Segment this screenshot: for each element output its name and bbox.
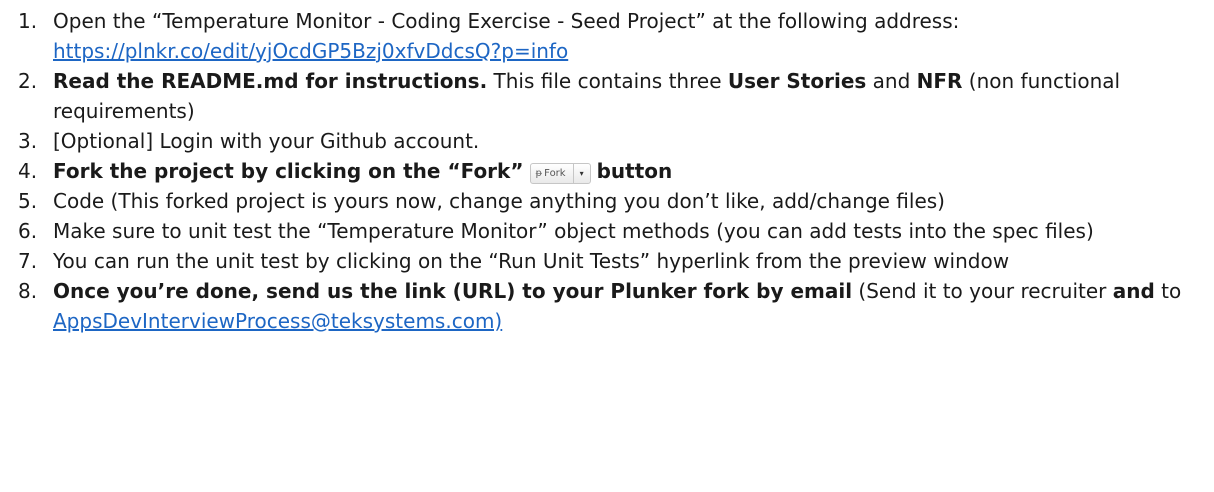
item-text: and [866,69,917,93]
list-item-6: 6. Make sure to unit test the “Temperatu… [0,216,1194,246]
list-number: 1. [18,9,38,33]
list-number: 2. [18,69,38,93]
item-bold-text: NFR [916,69,963,93]
list-item-1: 1. Open the “Temperature Monitor - Codin… [0,6,1194,66]
fork-label: Fork [544,168,566,179]
list-number: 5. [18,189,38,213]
instruction-list: 1. Open the “Temperature Monitor - Codin… [0,0,1214,336]
item-text: (Send it to your recruiter [852,279,1113,303]
item-text: Make sure to unit test the “Temperature … [53,219,1094,243]
list-item-7: 7. You can run the unit test by clicking… [0,246,1194,276]
item-bold-text: User Stories [727,69,867,93]
list-item-8: 8. Once you’re done, send us the link (U… [0,276,1194,336]
fork-button-main: ᵽ Fork [531,164,573,183]
list-number: 7. [18,249,38,273]
list-number: 6. [18,219,38,243]
item-text: [Optional] Login with your Github accoun… [53,129,480,153]
item-bold-lead: Fork the project by clicking on the “For… [53,159,524,183]
list-item-5: 5. Code (This forked project is yours no… [0,186,1194,216]
item-bold-tail: button [596,159,673,183]
item-bold-lead: Read the README.md for instructions. [53,69,488,93]
plunker-seed-link[interactable]: https://plnkr.co/edit/yjOcdGP5Bzj0xfvDdc… [53,39,568,63]
chevron-down-icon: ▾ [579,169,584,178]
item-text: Code (This forked project is yours now, … [53,189,945,213]
item-text: to [1154,279,1182,303]
list-item-4: 4. Fork the project by clicking on the “… [0,156,1194,186]
email-link[interactable]: AppsDevInterviewProcess@teksystems.com) [53,309,502,333]
item-text: You can run the unit test by clicking on… [53,249,1010,273]
fork-button-image: ᵽ Fork ▾ [529,163,591,184]
fork-icon: ᵽ [535,168,543,179]
list-item-2: 2. Read the README.md for instructions. … [0,66,1194,126]
item-text: Open the “Temperature Monitor - Coding E… [53,9,960,33]
list-item-3: 3. [Optional] Login with your Github acc… [0,126,1194,156]
item-bold-text: and [1112,279,1155,303]
list-number: 8. [18,279,38,303]
list-number: 4. [18,159,38,183]
item-text: This file contains three [487,69,728,93]
item-bold-lead: Once you’re done, send us the link (URL)… [53,279,853,303]
list-number: 3. [18,129,38,153]
